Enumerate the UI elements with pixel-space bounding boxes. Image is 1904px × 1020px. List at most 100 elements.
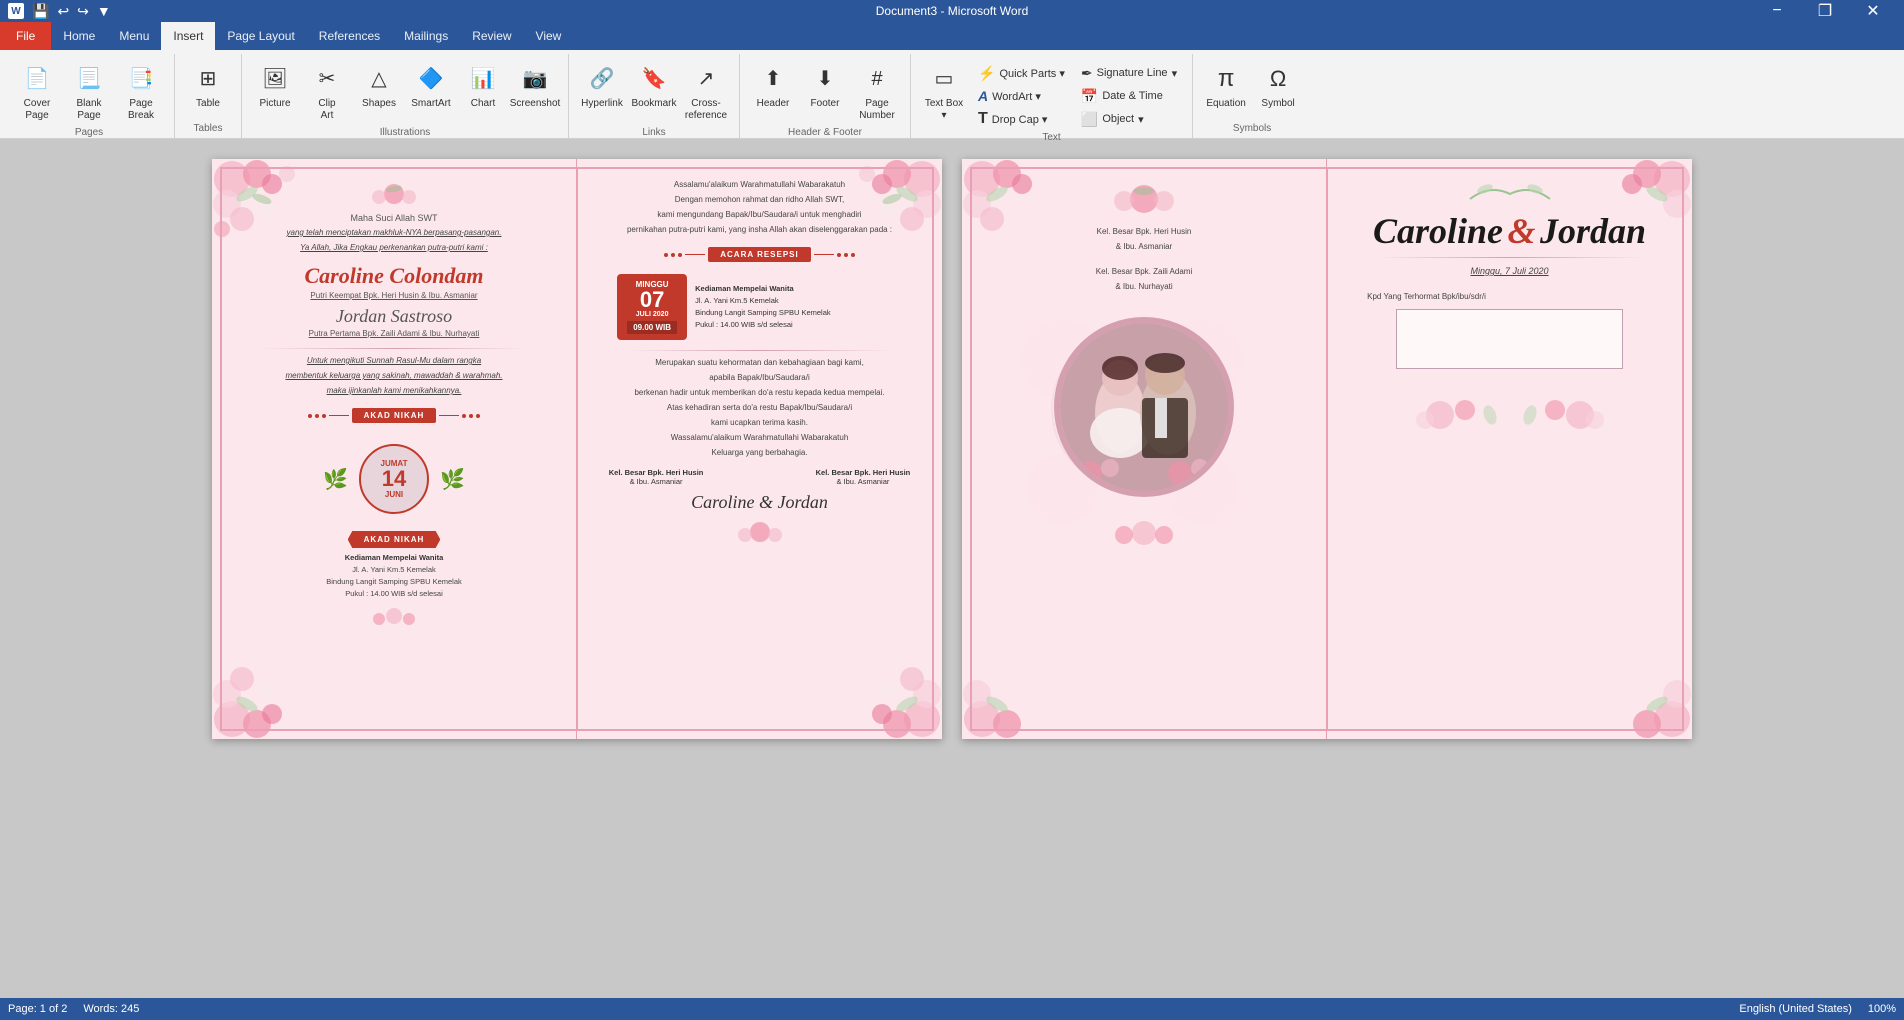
quick-parts-button[interactable]: ⚡ Quick Parts ▾ [971, 62, 1072, 84]
table-label: Table [196, 98, 220, 110]
akad-date-num: 14 [382, 468, 406, 490]
maka-text: maka ijinkanlah kami menikahkannya. [327, 385, 462, 397]
r-dot5 [844, 253, 848, 257]
groom-subtitle-left: Putra Pertama Bpk. Zaili Adami & Ibu. Nu… [309, 329, 480, 338]
akad-badge: AKAD NIKAH [352, 408, 437, 423]
symbol-button[interactable]: Ω Symbol [1253, 58, 1303, 113]
shapes-button[interactable]: △ Shapes [354, 58, 404, 113]
equation-button[interactable]: π Equation [1201, 58, 1251, 113]
object-label: Object [1102, 113, 1134, 125]
family-left-block: Kel. Besar Bpk. Heri Husin & Ibu. Asmani… [609, 468, 704, 486]
words-count: Words: 245 [83, 1003, 139, 1015]
top-floral-decoration [364, 179, 424, 209]
resepsi-badge: ACARA RESEPSI [708, 247, 811, 262]
clip-art-button[interactable]: ✂ ClipArt [302, 58, 352, 125]
customize-qa-button[interactable]: ▼ [95, 3, 113, 19]
dot5 [469, 414, 473, 418]
quick-access-toolbar: 💾 ↩ ↪ ▼ [30, 3, 113, 20]
table-button[interactable]: ⊞ Table [183, 58, 233, 113]
couple-photo-svg [1060, 323, 1228, 491]
text-box-button[interactable]: ▭ Text Box ▾ [919, 58, 969, 125]
clip-art-icon: ✂ [311, 63, 343, 95]
tab-menu[interactable]: Menu [107, 22, 161, 50]
text-col-buttons: ⚡ Quick Parts ▾ A WordArt ▾ T Drop Cap ▾ [971, 58, 1072, 130]
akad-ribbon-banner: AKAD NIKAH [348, 531, 441, 548]
address-box[interactable] [1396, 309, 1624, 369]
word-icon: W [8, 3, 24, 19]
ibu1-left: & Ibu. Asmaniar [609, 477, 704, 486]
footer-button[interactable]: ⬇ Footer [800, 58, 850, 113]
membentuk-text: membentuk keluarga yang sakinah, mawadda… [285, 370, 502, 382]
bookmark-button[interactable]: 🔖 Bookmark [629, 58, 679, 113]
picture-label: Picture [259, 98, 290, 110]
restore-button[interactable]: ❐ [1802, 0, 1848, 22]
akad-dots-before: AKAD NIKAH [308, 404, 481, 427]
blank-page-button[interactable]: 📃 BlankPage [64, 58, 114, 125]
ribbon-group-illus-items: 🖼 Picture ✂ ClipArt △ Shapes 🔷 SmartArt … [250, 54, 560, 125]
object-button[interactable]: ⬜ Object ▾ [1074, 108, 1184, 130]
signature-line-button[interactable]: ✒ Signature Line ▾ [1074, 62, 1184, 84]
redo-qa-button[interactable]: ↪ [75, 3, 91, 20]
hyperlink-icon: 🔗 [586, 63, 618, 95]
smartart-button[interactable]: 🔷 SmartArt [406, 58, 456, 113]
resepsi-venue-label: Kediaman Mempelai Wanita [695, 283, 831, 295]
cover-page-button[interactable]: 📄 CoverPage [12, 58, 62, 125]
save-qa-button[interactable]: 💾 [30, 3, 51, 20]
document-area: Maha Suci Allah SWT yang telah menciptak… [0, 139, 1904, 995]
minimize-button[interactable]: − [1754, 0, 1800, 22]
object-icon: ⬜ [1081, 111, 1098, 128]
cross-reference-button[interactable]: ↗ Cross-reference [681, 58, 731, 125]
wordart-button[interactable]: A WordArt ▾ [971, 85, 1072, 107]
tab-review[interactable]: Review [460, 22, 523, 50]
tab-page-layout[interactable]: Page Layout [215, 22, 306, 50]
screenshot-button[interactable]: 📷 Screenshot [510, 58, 560, 113]
drop-cap-button[interactable]: T Drop Cap ▾ [971, 108, 1072, 130]
tab-home[interactable]: Home [51, 22, 107, 50]
object-arrow: ▾ [1138, 113, 1144, 126]
undo-qa-button[interactable]: ↩ [55, 3, 71, 20]
blank-page-label: BlankPage [76, 98, 101, 122]
maha-suci-text: Maha Suci Allah SWT [350, 213, 437, 223]
resepsi-venue-addr2: Bindung Langit Samping SPBU Kemelak [695, 307, 831, 319]
tab-mailings[interactable]: Mailings [392, 22, 460, 50]
ribbon-group-text-items: ▭ Text Box ▾ ⚡ Quick Parts ▾ A WordArt ▾… [919, 54, 1184, 130]
close-button[interactable]: ✕ [1850, 0, 1896, 22]
tab-insert[interactable]: Insert [161, 22, 215, 50]
drop-cap-icon: T [978, 110, 988, 128]
language-info: English (United States) [1739, 1003, 1852, 1015]
chart-label: Chart [471, 98, 495, 110]
page-break-button[interactable]: 📑 PageBreak [116, 58, 166, 125]
envelope-area: Kpd Yang Terhormat Bpk/ibu/sdr/i [1367, 292, 1652, 377]
dot1 [308, 414, 312, 418]
bottom-floral-left [364, 604, 424, 629]
resepsi-pukul: Pukul : 14.00 WIB s/d selesai [695, 319, 831, 331]
ribbon-group-text: ▭ Text Box ▾ ⚡ Quick Parts ▾ A WordArt ▾… [911, 54, 1193, 138]
hyperlink-button[interactable]: 🔗 Hyperlink [577, 58, 627, 113]
page-number-button[interactable]: # PageNumber [852, 58, 902, 125]
page-2-content: Kel. Besar Bpk. Heri Husin & Ibu. Asmani… [962, 159, 1692, 739]
date-time-icon: 📅 [1081, 88, 1098, 105]
page-number-label: PageNumber [859, 98, 895, 122]
tab-view[interactable]: View [524, 22, 574, 50]
tab-file[interactable]: File [0, 22, 51, 50]
p2-kel1: Kel. Besar Bpk. Heri Husin [1097, 227, 1192, 236]
venue4: Pukul : 14.00 WIB s/d selesai [326, 588, 462, 600]
akad-date-row: 🌿 JUMAT 14 JUNI 🌿 [323, 435, 465, 523]
bride-name-left: Caroline Colondam [304, 263, 483, 289]
p2-left-top-floral [1104, 179, 1184, 219]
wassalamu-text: Wassalamu'alaikum Warahmatullahi Wabarak… [671, 432, 849, 444]
tab-references[interactable]: References [307, 22, 392, 50]
page-number-icon: # [861, 63, 893, 95]
chart-button[interactable]: 📊 Chart [458, 58, 508, 113]
r-dot-line-l [685, 254, 705, 255]
groom-name-left: Jordan Sastroso [336, 306, 452, 327]
zoom-level: 100% [1868, 1003, 1896, 1015]
signature-line-arrow: ▾ [1172, 67, 1178, 80]
date-time-button[interactable]: 📅 Date & Time [1074, 85, 1184, 107]
picture-button[interactable]: 🖼 Picture [250, 58, 300, 113]
tables-group-label: Tables [183, 121, 233, 138]
header-button[interactable]: ⬆ Header [748, 58, 798, 113]
window-controls: − ❐ ✕ [1754, 0, 1896, 22]
window-title: Document3 - Microsoft Word [876, 4, 1029, 18]
symbol-label: Symbol [1261, 98, 1294, 110]
